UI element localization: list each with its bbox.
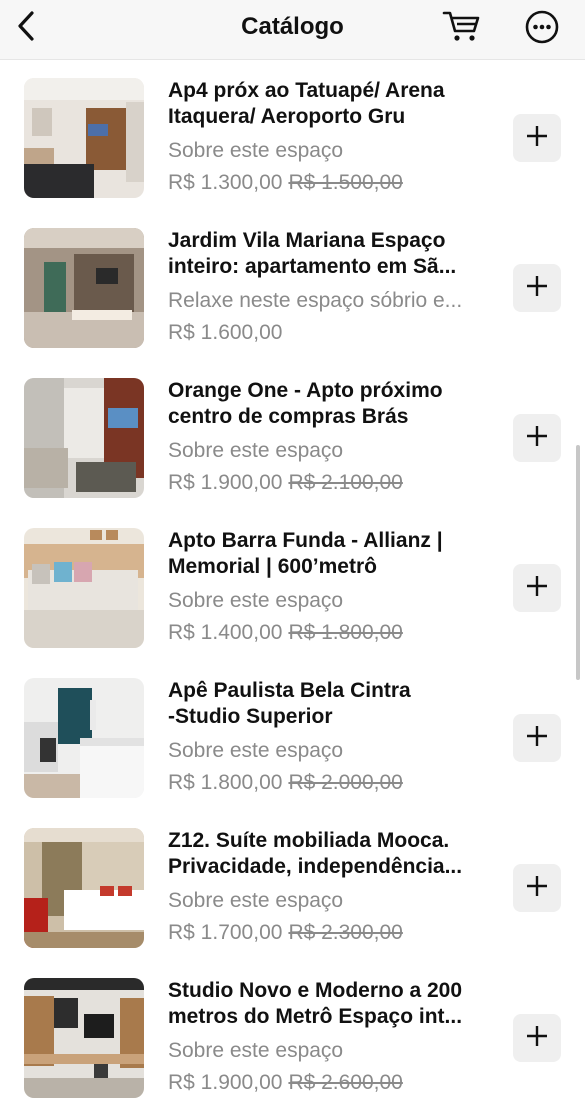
page-title: Catálogo <box>241 13 344 40</box>
item-title-line: Orange One - Apto próximo <box>168 379 443 402</box>
item-price: R$ 1.700,00 <box>168 921 283 944</box>
item-title: Ap4 próx ao Tatuapé/ Arena Itaquera/ Aer… <box>168 78 498 130</box>
item-description: Sobre este espaço <box>168 889 344 912</box>
plus-icon <box>525 724 549 753</box>
listing-photo <box>24 378 144 498</box>
item-title-line: Apto Barra Funda - Allianz | <box>168 529 443 552</box>
item-title-line: -Studio Superior <box>168 705 333 728</box>
plus-icon <box>525 574 549 603</box>
cart-button[interactable] <box>440 8 482 48</box>
add-to-cart-button[interactable] <box>513 714 561 762</box>
item-description: Relaxe neste espaço sóbrio e... <box>168 289 463 312</box>
item-description: Sobre este espaço <box>168 139 344 162</box>
item-price-row: R$ 1.600,00 <box>168 320 498 346</box>
item-price: R$ 1.300,00 <box>168 171 283 194</box>
top-bar: Catálogo <box>0 0 585 60</box>
plus-icon <box>525 274 549 303</box>
item-price-row: R$ 1.900,00 R$ 2.600,00 <box>168 1070 498 1096</box>
item-price: R$ 1.900,00 <box>168 471 283 494</box>
item-old-price: R$ 2.600,00 <box>288 1071 403 1094</box>
item-title-line: Ap4 próx ao Tatuapé/ Arena <box>168 79 445 102</box>
catalog-item[interactable]: Apê Paulista Bela Cintra -Studio Superio… <box>0 660 585 810</box>
more-horizontal-circle-icon <box>525 10 559 49</box>
catalog-item[interactable]: Studio Novo e Moderno a 200 metros do Me… <box>0 960 585 1106</box>
add-to-cart-button[interactable] <box>513 1014 561 1062</box>
item-title: Jardim Vila Mariana Espaço inteiro: apar… <box>168 228 498 280</box>
item-title-line: Itaquera/ Aeroporto Gru <box>168 105 406 128</box>
plus-icon <box>525 424 549 453</box>
item-title-line: metros do Metrô Espaço int... <box>168 1005 463 1028</box>
add-to-cart-button[interactable] <box>513 564 561 612</box>
catalog-item[interactable]: Apto Barra Funda - Allianz | Memorial | … <box>0 510 585 660</box>
plus-icon <box>525 1024 549 1053</box>
listing-photo <box>24 828 144 948</box>
item-price: R$ 1.600,00 <box>168 321 283 344</box>
cart-icon <box>442 9 480 48</box>
item-old-price: R$ 2.100,00 <box>288 471 403 494</box>
item-price-row: R$ 1.900,00 R$ 2.100,00 <box>168 470 498 496</box>
item-title-line: inteiro: apartamento em Sã... <box>168 255 457 278</box>
item-title-line: Jardim Vila Mariana Espaço <box>168 229 446 252</box>
catalog-item[interactable]: Orange One - Apto próximo centro de comp… <box>0 360 585 510</box>
item-title-line: centro de compras Brás <box>168 405 409 428</box>
catalog-item[interactable]: Jardim Vila Mariana Espaço inteiro: apar… <box>0 210 585 360</box>
plus-icon <box>525 874 549 903</box>
item-description: Sobre este espaço <box>168 439 344 462</box>
item-price-row: R$ 1.400,00 R$ 1.800,00 <box>168 620 498 646</box>
item-title-line: Studio Novo e Moderno a 200 <box>168 979 463 1002</box>
item-price: R$ 1.400,00 <box>168 621 283 644</box>
more-options-button[interactable] <box>522 9 562 49</box>
item-price-row: R$ 1.300,00 R$ 1.500,00 <box>168 170 498 196</box>
item-price: R$ 1.800,00 <box>168 771 283 794</box>
item-old-price: R$ 2.000,00 <box>288 771 403 794</box>
item-title: Studio Novo e Moderno a 200 metros do Me… <box>168 978 498 1030</box>
item-title-line: Apê Paulista Bela Cintra <box>168 679 411 702</box>
add-to-cart-button[interactable] <box>513 864 561 912</box>
catalog-item[interactable]: Z12. Suíte mobiliada Mooca. Privacidade,… <box>0 810 585 960</box>
item-old-price: R$ 2.300,00 <box>288 921 403 944</box>
scrollbar[interactable] <box>576 445 580 680</box>
catalog-list[interactable]: Ap4 próx ao Tatuapé/ Arena Itaquera/ Aer… <box>0 60 585 1106</box>
add-to-cart-button[interactable] <box>513 114 561 162</box>
item-price: R$ 1.900,00 <box>168 1071 283 1094</box>
item-old-price: R$ 1.500,00 <box>288 171 403 194</box>
add-to-cart-button[interactable] <box>513 264 561 312</box>
item-title-line: Memorial | 600’metrô <box>168 555 377 578</box>
item-description: Sobre este espaço <box>168 1039 344 1062</box>
item-description: Sobre este espaço <box>168 589 344 612</box>
item-title-line: Z12. Suíte mobiliada Mooca. <box>168 829 450 852</box>
item-title: Apto Barra Funda - Allianz | Memorial | … <box>168 528 498 580</box>
item-title: Apê Paulista Bela Cintra -Studio Superio… <box>168 678 498 730</box>
plus-icon <box>525 124 549 153</box>
listing-photo <box>24 978 144 1098</box>
item-old-price: R$ 1.800,00 <box>288 621 403 644</box>
listing-photo <box>24 78 144 198</box>
listing-photo <box>24 678 144 798</box>
item-price-row: R$ 1.800,00 R$ 2.000,00 <box>168 770 498 796</box>
item-title-line: Privacidade, independência... <box>168 855 463 878</box>
catalog-item[interactable]: Ap4 próx ao Tatuapé/ Arena Itaquera/ Aer… <box>0 60 585 210</box>
listing-photo <box>24 528 144 648</box>
item-title: Orange One - Apto próximo centro de comp… <box>168 378 498 430</box>
item-title: Z12. Suíte mobiliada Mooca. Privacidade,… <box>168 828 498 880</box>
add-to-cart-button[interactable] <box>513 414 561 462</box>
item-description: Sobre este espaço <box>168 739 344 762</box>
item-price-row: R$ 1.700,00 R$ 2.300,00 <box>168 920 498 946</box>
listing-photo <box>24 228 144 348</box>
